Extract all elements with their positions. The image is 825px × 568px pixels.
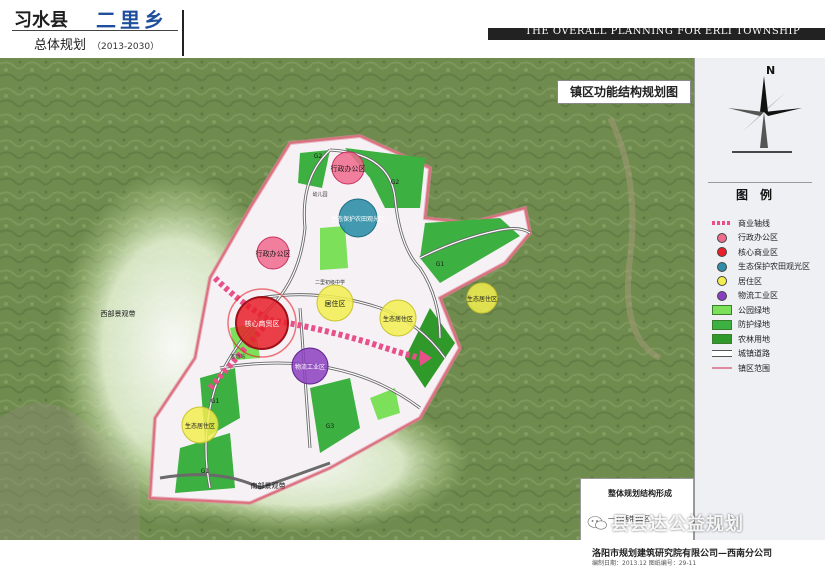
legend-item: 公园绿地 [712,303,820,318]
park-green-center [320,226,348,270]
legend-label: 农林用地 [738,334,770,344]
compass-north-label: N [766,64,775,77]
legend-label: 居住区 [738,276,762,286]
county-name: 习水县 [14,10,68,31]
green-code-south: G3 [326,423,335,430]
wechat-icon [587,516,607,530]
label-kindergarten: 幼儿园 [312,191,327,198]
english-title: THE OVERALL PLANNING FOR ERLI TOWNSHIP [525,26,801,37]
green-code-west: G1 [211,398,220,405]
legend-label: 城镇道路 [738,349,770,359]
label-eco-residential-east: 生态居住区 [383,315,413,323]
green-code-southwest: G1 [201,468,210,475]
plan-years: （2013-2030） [92,42,160,52]
legend-swatch [712,364,732,373]
legend-title: 图例 [736,188,785,202]
green-code-east: G1 [436,261,445,268]
legend-item: 镇区范围 [712,361,820,376]
legend-item: 防护绿地 [712,318,820,333]
legend-label: 商业轴线 [738,218,770,228]
label-south-belt: 南部景观带 [251,481,286,490]
plan-name: 总体规划 [34,38,87,53]
legend-swatch [712,290,732,301]
watermark: 县县达公益规划 [587,510,744,536]
legend-item: 居住区 [712,274,820,289]
legend-divider [708,182,812,183]
label-core-commerce: 核心商贸区 [245,319,280,328]
legend-label: 防护绿地 [738,320,770,330]
footer-meta: 编制日期：2013.12 图纸编号：29-11 [592,560,697,567]
legend-label: 镇区范围 [738,363,770,373]
legend-item: 城镇道路 [712,347,820,362]
legend-item: 核心商业区 [712,245,820,260]
label-admin-north: 行政办公区 [331,164,366,173]
green-code-north: G2 [314,153,323,160]
function-structure-map[interactable]: 行政办公区 行政办公区 生态保护农田观光区 居住区 生态居住区 生态居住区 生态… [0,58,694,540]
legend-item: 物流工业区 [712,289,820,304]
legend-swatch [712,232,732,243]
legend-item: 商业轴线 [712,216,820,231]
label-eco-residential-southwest: 生态居住区 [185,422,215,430]
north-arrow-icon: N [728,64,802,153]
legend-swatch [712,276,732,287]
legend-item: 生态保护农田观光区 [712,260,820,275]
legend-swatch [712,247,732,258]
green-code-northeast: G2 [391,179,400,186]
legend-swatch [712,305,732,316]
note-title: 整体规划结构形成 [608,489,672,498]
label-residential-center: 居住区 [325,299,346,308]
legend-swatch [712,219,732,228]
legend-label: 核心商业区 [738,247,778,257]
legend-item: 行政办公区 [712,231,820,246]
legend-swatch [712,349,732,358]
label-west-belt: 西部景观带 [101,309,136,318]
label-school: 二里初级中学 [315,279,345,286]
watermark-text: 县县达公益规划 [611,514,744,535]
legend-swatch [712,334,732,345]
title-divider [182,10,184,56]
legend-label: 物流工业区 [738,291,778,301]
label-logistics: 物流工业区 [295,363,325,371]
plan-subtitle: 总体规划 （2013-2030） [34,34,159,53]
legend-label: 行政办公区 [738,233,778,243]
map-title: 镇区功能结构规划图 [557,80,691,104]
label-eco-residential-northeast: 生态居住区 [467,295,497,303]
label-station: 客运站 [230,353,245,360]
legend-item: 农林用地 [712,332,820,347]
legend-swatch [712,319,732,330]
legend-swatch [712,261,732,272]
title-rule [12,30,178,31]
legend-list: 商业轴线行政办公区核心商业区生态保护农田观光区 居住区物流工业区公园绿地防护绿地农… [712,216,820,376]
legend-label: 生态保护农田观光区 [738,262,810,272]
legend-label: 公园绿地 [738,305,770,315]
label-eco-farm: 生态保护农田观光区 [331,215,385,223]
label-admin-west: 行政办公区 [256,249,291,258]
township-name: 二里乡 [96,8,168,32]
